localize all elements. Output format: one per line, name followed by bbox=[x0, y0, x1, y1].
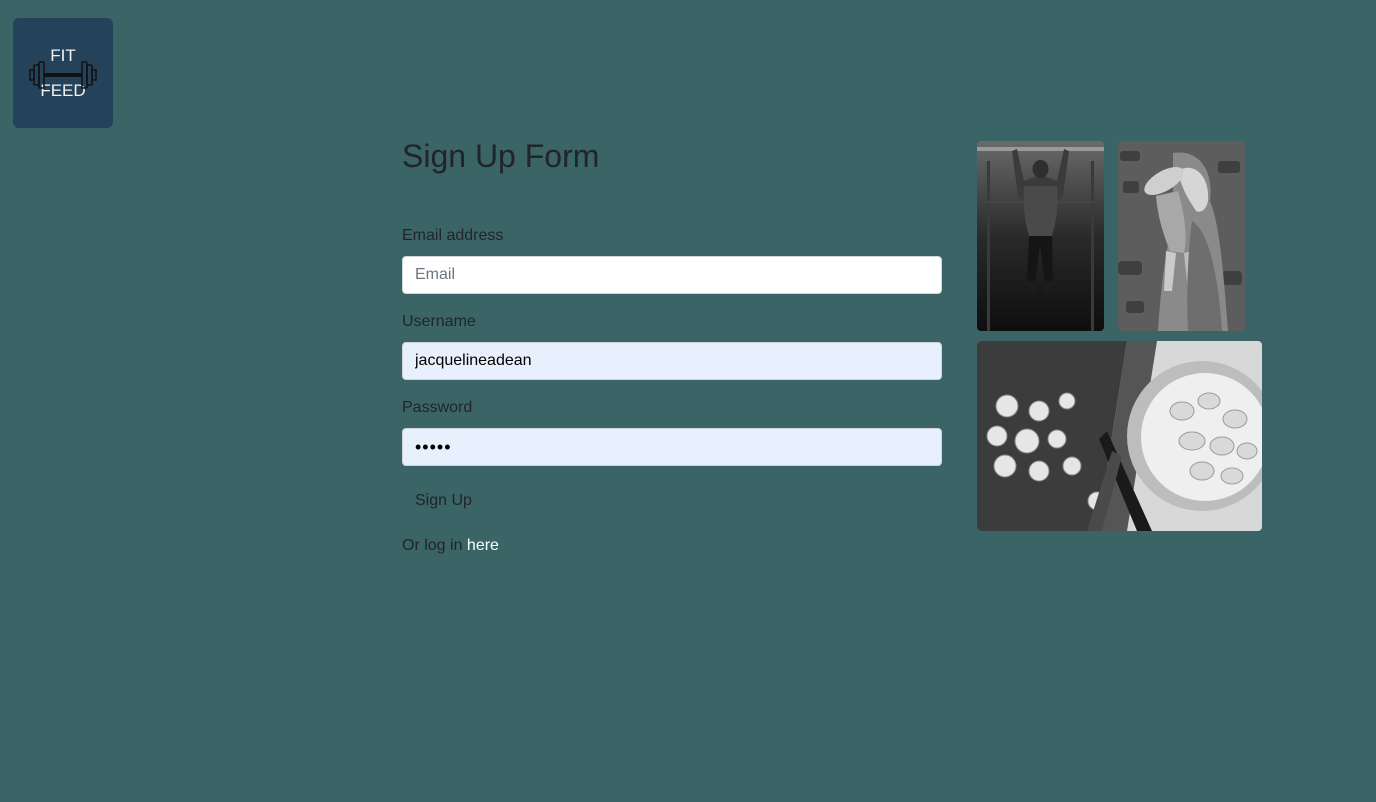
svg-text:FEED: FEED bbox=[40, 81, 85, 100]
login-prefix: Or log in bbox=[402, 537, 467, 554]
login-prompt: Or log in here bbox=[402, 536, 942, 556]
username-label: Username bbox=[402, 313, 476, 330]
svg-text:FIT: FIT bbox=[50, 46, 76, 65]
login-link[interactable]: here bbox=[467, 537, 499, 554]
password-label: Password bbox=[402, 399, 473, 416]
page-title: Sign Up Form bbox=[402, 138, 600, 174]
fitfeed-logo[interactable]: FIT FEED bbox=[13, 18, 113, 128]
mother-child-photo bbox=[1118, 141, 1245, 331]
signup-page: FIT FEED Sign Up Form Email address User… bbox=[0, 0, 1376, 802]
password-field[interactable] bbox=[402, 428, 942, 466]
pullup-athlete-photo bbox=[977, 141, 1104, 331]
signup-button[interactable]: Sign Up bbox=[402, 482, 485, 520]
barbell-icon: FIT FEED bbox=[29, 46, 97, 100]
email-field[interactable] bbox=[402, 256, 942, 294]
username-field[interactable] bbox=[402, 342, 942, 380]
mushrooms-cutting-board-photo bbox=[977, 341, 1262, 531]
email-label: Email address bbox=[402, 227, 504, 244]
signup-form: Sign Up Form Email address Username Pass… bbox=[402, 136, 942, 556]
